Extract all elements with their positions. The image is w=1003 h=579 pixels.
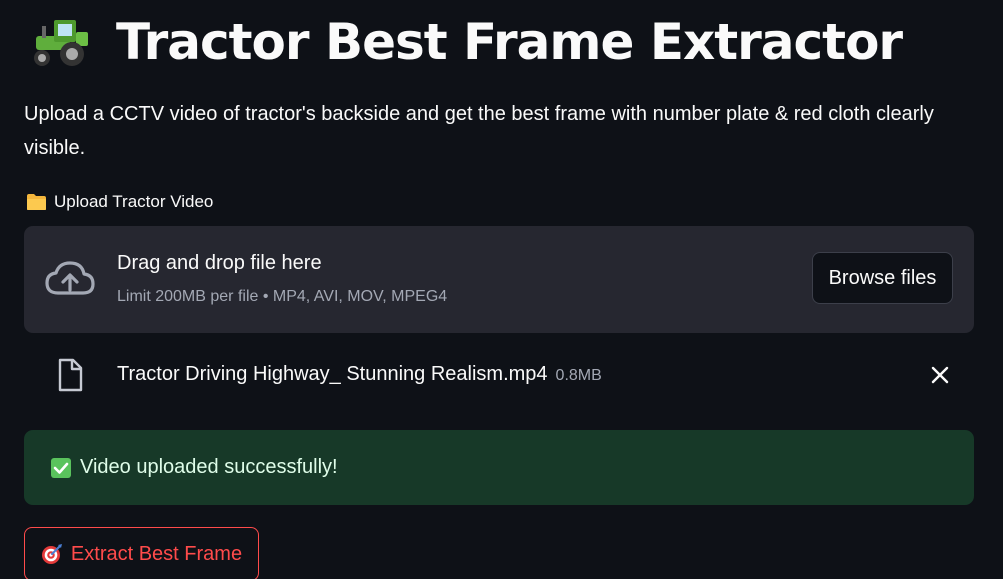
- tractor-icon: [34, 20, 88, 66]
- app-page: Tractor Best Frame Extractor Upload a CC…: [0, 0, 1003, 579]
- page-title: Tractor Best Frame Extractor: [116, 13, 903, 71]
- uploader-label: Upload Tractor Video: [26, 192, 213, 212]
- success-alert: Video uploaded successfully!: [24, 430, 974, 505]
- page-description: Upload a CCTV video of tractor's backsid…: [24, 103, 934, 159]
- close-icon[interactable]: [930, 365, 950, 385]
- uploaded-file-row: Tractor Driving Highway_ Stunning Realis…: [24, 350, 974, 400]
- page-header: Tractor Best Frame Extractor: [28, 8, 903, 76]
- extract-best-frame-button[interactable]: Extract Best Frame: [24, 527, 259, 579]
- success-message: Video uploaded successfully!: [80, 456, 338, 478]
- file-icon: [58, 358, 83, 392]
- browse-files-button[interactable]: Browse files: [812, 252, 953, 304]
- dropzone-limit: Limit 200MB per file • MP4, AVI, MOV, MP…: [117, 288, 448, 305]
- uploaded-file-info: Tractor Driving Highway_ Stunning Realis…: [117, 363, 602, 386]
- extract-button-label: Extract Best Frame: [70, 542, 243, 565]
- uploader-label-text: Upload Tractor Video: [54, 192, 214, 211]
- folder-icon: [27, 194, 46, 210]
- check-icon: [51, 457, 71, 478]
- cloud-upload-icon: [45, 261, 95, 295]
- uploaded-file-name: Tractor Driving Highway_ Stunning Realis…: [117, 363, 548, 385]
- file-dropzone[interactable]: Drag and drop file here Limit 200MB per …: [24, 226, 974, 333]
- uploaded-file-size: 0.8MB: [555, 367, 602, 384]
- target-icon: [41, 544, 62, 564]
- dropzone-title: Drag and drop file here: [117, 252, 322, 274]
